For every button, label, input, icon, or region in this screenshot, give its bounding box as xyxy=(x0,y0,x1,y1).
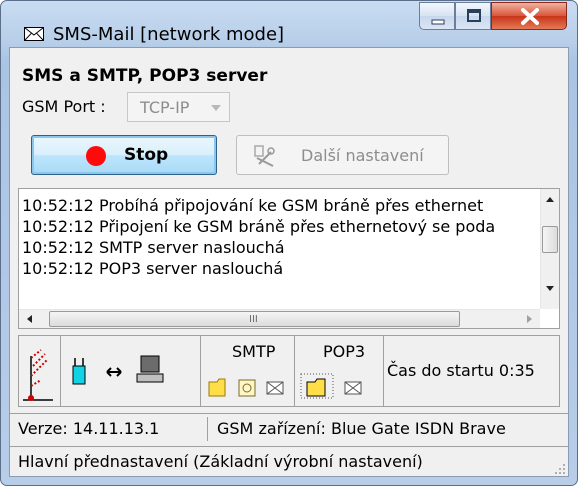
app-window: SMS-Mail [network mode] SMS a SMTP, POP3… xyxy=(0,0,578,486)
envelope-icon xyxy=(24,27,44,41)
antenna-cell xyxy=(19,336,61,406)
stop-button[interactable]: Stop xyxy=(31,135,217,175)
log-line: 10:52:12 SMTP server naslouchá xyxy=(22,238,285,257)
maximize-icon xyxy=(467,9,481,22)
close-button[interactable] xyxy=(491,2,567,30)
event-log[interactable]: 10:52:12 Probíhá připojování ke GSM brán… xyxy=(18,188,560,329)
minimize-button[interactable] xyxy=(419,2,455,30)
vertical-scroll-thumb[interactable] xyxy=(542,226,558,253)
log-line: 10:52:12 POP3 server naslouchá xyxy=(22,259,284,278)
stop-icon xyxy=(86,146,106,166)
status-bar-preset: Hlavní přednastavení (Základní výrobní n… xyxy=(10,446,568,476)
version-text: Verze: 14.11.13.1 xyxy=(18,419,160,438)
vertical-scrollbar[interactable] xyxy=(540,189,559,309)
window-title: SMS-Mail [network mode] xyxy=(53,24,285,45)
connection-cell xyxy=(61,336,201,406)
gsm-port-value: TCP-IP xyxy=(140,98,190,117)
gsm-port-select[interactable]: TCP-IP xyxy=(127,92,230,122)
more-settings-label: Další nastavení xyxy=(301,146,424,165)
countdown-text: Čas do startu 0:35 xyxy=(387,361,535,380)
gsm-port-label: GSM Port : xyxy=(22,97,106,116)
stop-button-label: Stop xyxy=(124,145,169,165)
chevron-down-icon xyxy=(211,105,221,111)
gsm-device-text: GSM zařízení: Blue Gate ISDN Brave xyxy=(217,419,506,438)
horizontal-scrollbar[interactable]: III xyxy=(19,309,540,328)
gsm-connection-icon xyxy=(72,355,164,385)
status-bar-info: Verze: 14.11.13.1 GSM zařízení: Blue Gat… xyxy=(10,413,568,443)
more-settings-button[interactable]: Další nastavení xyxy=(236,135,449,175)
log-line: 10:52:12 Připojení ke GSM bráně přes eth… xyxy=(22,217,496,236)
panel-heading: SMS a SMTP, POP3 server xyxy=(22,66,268,86)
pop3-label: POP3 xyxy=(323,342,366,361)
maximize-button[interactable] xyxy=(455,2,491,30)
log-line: 10:52:12 Probíhá připojování ke GSM brán… xyxy=(22,196,484,215)
title-bar[interactable]: SMS-Mail [network mode] xyxy=(1,1,577,45)
status-icons-panel: SMTP POP3 Čas do startu 0:35 xyxy=(18,335,560,407)
pop3-cell: POP3 xyxy=(295,336,384,406)
main-panel: SMS a SMTP, POP3 server GSM Port : TCP-I… xyxy=(9,47,569,477)
preset-text: Hlavní přednastavení (Základní výrobní n… xyxy=(18,452,423,471)
scroll-right-icon[interactable] xyxy=(527,315,532,323)
horizontal-scroll-thumb[interactable]: III xyxy=(49,311,460,327)
antenna-icon xyxy=(23,349,53,401)
countdown-cell: Čas do startu 0:35 xyxy=(384,336,559,406)
smtp-label: SMTP xyxy=(232,342,276,361)
scroll-left-icon[interactable] xyxy=(27,315,32,323)
smtp-cell: SMTP xyxy=(201,336,295,406)
smtp-status-icons xyxy=(208,378,284,397)
scroll-up-icon[interactable] xyxy=(546,197,554,202)
resize-grip-icon[interactable] xyxy=(554,463,566,475)
minimize-icon xyxy=(431,19,445,25)
scroll-grip: III xyxy=(249,314,258,325)
tools-icon xyxy=(254,145,275,167)
pop3-status-icons xyxy=(300,373,362,399)
close-icon xyxy=(521,8,539,25)
status-divider xyxy=(207,417,208,441)
scroll-down-icon[interactable] xyxy=(546,286,554,291)
